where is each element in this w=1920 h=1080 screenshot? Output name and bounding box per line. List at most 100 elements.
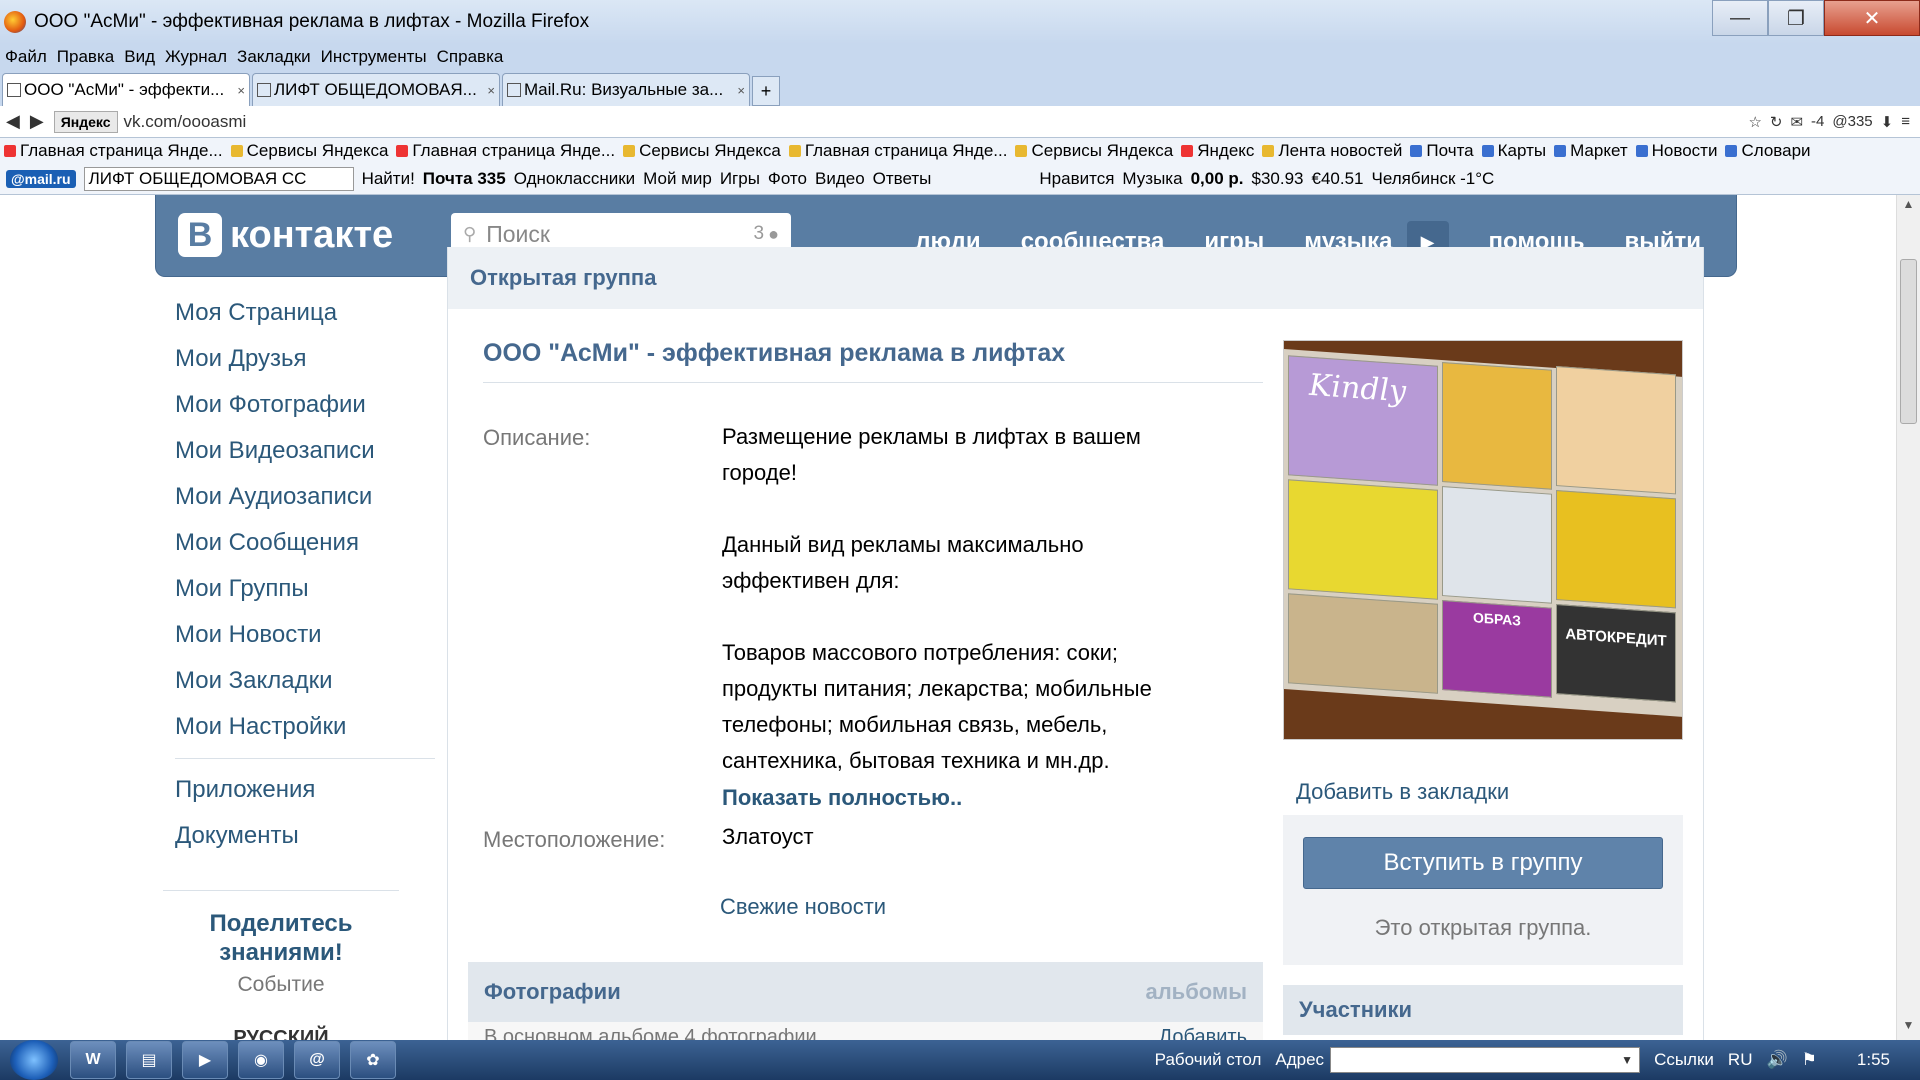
fresh-news-link[interactable]: Свежие новости — [720, 894, 886, 920]
members-header[interactable]: Участники — [1283, 985, 1683, 1035]
tab-close-icon[interactable]: × — [487, 83, 495, 98]
menu-edit[interactable]: Правка — [57, 47, 114, 67]
tab-close-icon[interactable]: × — [237, 83, 245, 98]
minimize-button[interactable]: — — [1712, 0, 1768, 36]
mailru-music[interactable]: Музыка — [1122, 169, 1182, 189]
menu-file[interactable]: Файл — [5, 47, 47, 67]
tab-close-icon[interactable]: × — [737, 83, 745, 98]
sidebar-item-messages[interactable]: Мои Сообщения — [175, 520, 445, 566]
bookmark-item[interactable]: Сервисы Яндекса — [230, 141, 388, 161]
mailru-item[interactable]: Видео — [815, 169, 865, 189]
mail-count[interactable]: @335 — [1832, 113, 1872, 130]
scroll-down-icon[interactable]: ▼ — [1897, 1018, 1920, 1038]
mailru-like[interactable]: Нравится — [1039, 169, 1114, 189]
taskbar-word[interactable]: W — [70, 1041, 116, 1079]
bookmark-item[interactable]: Главная страница Янде... — [788, 141, 1007, 161]
download-icon[interactable]: ⬇ — [1881, 113, 1894, 131]
sidebar-item-friends[interactable]: Мои Друзья — [175, 336, 445, 382]
new-tab-button[interactable]: + — [752, 76, 780, 106]
bookmark-item[interactable]: Словари — [1725, 141, 1811, 161]
reload-icon[interactable]: ↻ — [1770, 113, 1783, 131]
tab-lift[interactable]: ЛИФТ ОБЩЕДОМОВАЯ... × — [252, 73, 500, 106]
mailru-logo[interactable]: @mail.ru — [6, 169, 76, 188]
menu-tools[interactable]: Инструменты — [321, 47, 427, 67]
menu-view[interactable]: Вид — [124, 47, 155, 67]
vk-logo[interactable]: В контакте — [178, 213, 393, 257]
bookmarks-bar: Главная страница Янде... Сервисы Яндекса… — [0, 138, 1920, 163]
links-toolbar[interactable]: Ссылки — [1654, 1050, 1714, 1070]
taskbar-media-player[interactable]: ▶ — [182, 1041, 228, 1079]
add-to-bookmarks-link[interactable]: Добавить в закладки — [1296, 779, 1509, 805]
menu-help[interactable]: Справка — [437, 47, 504, 67]
sidebar-item-apps[interactable]: Приложения — [175, 767, 445, 813]
bookmark-item[interactable]: Главная страница Янде... — [4, 141, 223, 161]
bookmark-item[interactable]: Карты — [1481, 141, 1546, 161]
bookmark-item[interactable]: Почта — [1410, 141, 1474, 161]
menu-icon[interactable]: ≡ — [1901, 113, 1910, 130]
clock[interactable]: 1:55 — [1857, 1050, 1890, 1070]
mailru-item[interactable]: Фото — [768, 169, 807, 189]
bookmark-item[interactable]: Лента новостей — [1262, 141, 1402, 161]
mailru-item[interactable]: Почта 335 — [423, 169, 506, 189]
sidebar-item-groups[interactable]: Мои Группы — [175, 566, 445, 612]
join-group-button[interactable]: Вступить в группу — [1303, 837, 1663, 889]
show-more-link[interactable]: Показать полностью.. — [722, 785, 962, 811]
sidebar-item-audio[interactable]: Мои Аудиозаписи — [175, 474, 445, 520]
sidebar-item-photos[interactable]: Мои Фотографии — [175, 382, 445, 428]
share-knowledge-ad[interactable]: Поделитесь знаниями! Событие РУССКИЙ — [163, 890, 399, 1040]
photos-title[interactable]: Фотографии — [484, 979, 621, 1005]
mailru-item[interactable]: Мой мир — [643, 169, 712, 189]
mailru-item[interactable]: Игры — [720, 169, 760, 189]
scroll-thumb[interactable] — [1900, 259, 1917, 424]
forward-button[interactable]: ▶ — [30, 111, 44, 132]
share-logo-text: РУССКИЙ — [233, 1027, 329, 1040]
add-photo-link[interactable]: Добавить — [1159, 1026, 1247, 1041]
scroll-up-icon[interactable]: ▲ — [1897, 197, 1920, 217]
bookmark-item[interactable]: Главная страница Янде... — [396, 141, 615, 161]
close-button[interactable]: ✕ — [1824, 0, 1920, 36]
taskbar-explorer[interactable]: ▤ — [126, 1041, 172, 1079]
bookmark-item[interactable]: Сервисы Яндекса — [1015, 141, 1173, 161]
sidebar-item-news[interactable]: Мои Новости — [175, 612, 445, 658]
maximize-button[interactable]: ❐ — [1768, 0, 1824, 36]
sidebar-item-my-page[interactable]: Моя Страница — [175, 290, 445, 336]
page-scrollbar[interactable]: ▲ ▼ — [1896, 195, 1920, 1040]
mail-icon[interactable]: ✉ — [1790, 113, 1803, 131]
sidebar-item-settings[interactable]: Мои Настройки — [175, 704, 445, 750]
menu-history[interactable]: Журнал — [165, 47, 227, 67]
desktop-toolbar[interactable]: Рабочий стол — [1155, 1050, 1262, 1070]
ad-credit: АВТОКРЕДИТ — [1565, 625, 1667, 650]
bookmark-item[interactable]: Новости — [1635, 141, 1717, 161]
star-icon[interactable]: ☆ — [1748, 113, 1761, 131]
back-button[interactable]: ◀ — [6, 111, 20, 132]
url-field[interactable]: vk.com/oooasmi — [124, 112, 1741, 132]
mailru-weather[interactable]: Челябинск -1°С — [1371, 169, 1494, 189]
yandex-button[interactable]: Яндекс — [53, 110, 118, 133]
mailru-item[interactable]: Ответы — [873, 169, 932, 189]
flag-icon[interactable]: ⚑ — [1802, 1050, 1817, 1070]
menu-bookmarks[interactable]: Закладки — [237, 47, 311, 67]
taskbar-firefox[interactable]: ◉ — [238, 1041, 284, 1079]
dropdown-icon[interactable]: ▼ — [1621, 1053, 1633, 1067]
albums-link[interactable]: альбомы — [1145, 979, 1247, 1005]
tab-vk[interactable]: ООО "АсМи" - эффекти... × — [2, 73, 250, 106]
group-avatar-image[interactable]: Kindly ОБРАЗ АВТОКРЕДИТ — [1283, 340, 1683, 740]
taskbar-mail-agent[interactable]: @ — [294, 1041, 340, 1079]
bookmark-item[interactable]: Яндекс — [1181, 141, 1254, 161]
start-button[interactable] — [10, 1040, 58, 1080]
tab-mailru[interactable]: Mail.Ru: Визуальные за... × — [502, 73, 750, 106]
sidebar-item-bookmarks[interactable]: Мои Закладки — [175, 658, 445, 704]
bookmark-item[interactable]: Сервисы Яндекса — [623, 141, 781, 161]
mailru-money[interactable]: 0,00 р. — [1191, 169, 1244, 189]
address-input[interactable]: ▼ — [1330, 1047, 1641, 1073]
mailru-item[interactable]: Одноклассники — [514, 169, 635, 189]
language-indicator[interactable]: RU — [1728, 1050, 1753, 1070]
sidebar-item-videos[interactable]: Мои Видеозаписи — [175, 428, 445, 474]
sidebar-item-documents[interactable]: Документы — [175, 813, 445, 859]
mailru-search-select[interactable]: ЛИФТ ОБЩЕДОМОВАЯ СС — [83, 166, 354, 191]
taskbar-icq[interactable]: ✿ — [350, 1041, 396, 1079]
bookmark-item[interactable]: Маркет — [1554, 141, 1628, 161]
volume-icon[interactable]: 🔊 — [1766, 1050, 1787, 1070]
group-type-header: Открытая группа — [448, 247, 1703, 309]
mailru-find-button[interactable]: Найти! — [362, 169, 415, 189]
